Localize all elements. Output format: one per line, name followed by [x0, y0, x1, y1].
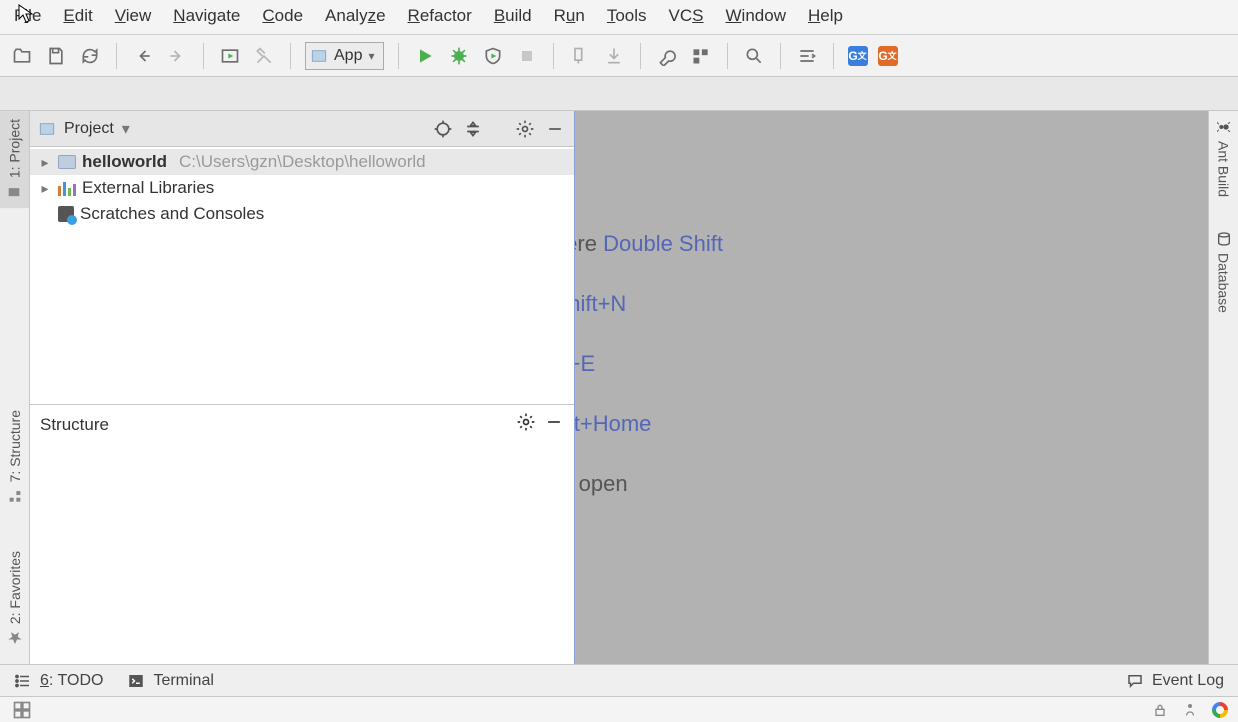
build-icon[interactable] — [252, 44, 276, 68]
menu-tools[interactable]: Tools — [607, 6, 647, 26]
editor-empty-state: Search Everywhere Double Shift Go to File… — [575, 111, 1208, 664]
terminal-icon — [127, 672, 145, 690]
run-icon[interactable] — [413, 44, 437, 68]
lock-icon[interactable] — [1152, 702, 1168, 718]
toolbar: App ▾ G文 G文 — [0, 35, 1238, 77]
ant-icon — [1216, 119, 1232, 135]
run-config-selector[interactable]: App ▾ — [305, 42, 384, 70]
menu-run[interactable]: Run — [554, 6, 585, 26]
gear-icon[interactable] — [514, 118, 536, 140]
tool-tab-terminal[interactable]: Terminal — [127, 672, 213, 690]
structure-icon — [7, 489, 23, 505]
menu-view[interactable]: View — [115, 6, 152, 26]
bottom-tool-bar: 6: TODO Terminal Event Log — [0, 664, 1238, 696]
project-structure-icon[interactable] — [689, 44, 713, 68]
chevron-down-icon[interactable]: ▾ — [122, 119, 130, 139]
chat-icon — [1126, 672, 1144, 690]
forward-icon[interactable] — [165, 44, 189, 68]
tree-item-label: Scratches and Consoles — [80, 204, 264, 224]
navigation-bar — [0, 77, 1238, 111]
menu-refactor[interactable]: Refactor — [408, 6, 472, 26]
structure-panel-body — [30, 444, 574, 664]
expand-caret-icon[interactable]: ▸ — [38, 180, 52, 197]
stop-icon[interactable] — [515, 44, 539, 68]
tree-item-scratches-and-consoles[interactable]: ▸Scratches and Consoles — [30, 201, 574, 227]
module-icon — [310, 47, 328, 65]
locate-icon[interactable] — [432, 118, 454, 140]
back-icon[interactable] — [131, 44, 155, 68]
menu-navigate[interactable]: Navigate — [173, 6, 240, 26]
status-bar — [0, 696, 1238, 722]
side-panel: Project ▾ ▸ helloworld C:\Users\gzn\Deskto… — [30, 111, 575, 664]
update-icon[interactable] — [602, 44, 626, 68]
coverage-icon[interactable] — [481, 44, 505, 68]
menu-edit[interactable]: Edit — [63, 6, 92, 26]
menu-file[interactable]: File — [14, 6, 41, 26]
tree-item-label: helloworld — [82, 152, 167, 172]
libraries-icon — [58, 180, 76, 196]
tool-tab-database[interactable]: Database — [1216, 223, 1232, 321]
left-tool-strip: 1: Project 7: Structure 2: Favorites — [0, 111, 30, 664]
project-panel-title: Project — [64, 120, 114, 138]
folder-icon — [58, 155, 76, 169]
tree-item-label: External Libraries — [82, 178, 214, 198]
menu-analyze[interactable]: Analyze — [325, 6, 386, 26]
run-target-icon[interactable] — [218, 44, 242, 68]
database-icon — [1216, 231, 1232, 247]
tree-item-external-libraries[interactable]: ▸ External Libraries — [30, 175, 574, 201]
tool-tab-ant-build[interactable]: Ant Build — [1216, 111, 1232, 205]
menu-build[interactable]: Build — [494, 6, 532, 26]
menu-help[interactable]: Help — [808, 6, 843, 26]
chevron-down-icon: ▾ — [368, 49, 374, 63]
tool-tab-event-log[interactable]: Event Log — [1126, 672, 1224, 690]
star-icon — [7, 630, 23, 646]
expand-caret-icon[interactable]: ▸ — [38, 154, 52, 171]
open-icon[interactable] — [10, 44, 34, 68]
settings-icon[interactable] — [655, 44, 679, 68]
main-area: 1: Project 7: Structure 2: Favorites Pro… — [0, 111, 1238, 664]
translate-orange-icon[interactable]: G文 — [878, 46, 898, 66]
editor-hint: Recent Files Ctrl+E — [575, 351, 595, 377]
windows-icon[interactable] — [10, 698, 34, 722]
project-panel-header: Project ▾ — [30, 111, 574, 147]
editor-hint: Go to File Ctrl+Shift+N — [575, 291, 626, 317]
editor-hint: Navigation Bar Alt+Home — [575, 411, 651, 437]
editor-hint: Drop files here to open — [575, 471, 628, 497]
run-config-label: App — [334, 47, 362, 65]
tool-tab-favorites[interactable]: 2: Favorites — [7, 543, 23, 654]
scratches-icon — [58, 206, 74, 222]
tool-tab-todo[interactable]: 6: TODO — [14, 672, 103, 690]
menu-window[interactable]: Window — [726, 6, 786, 26]
gear-icon[interactable] — [516, 412, 536, 437]
project-icon — [7, 184, 23, 200]
debug-icon[interactable] — [447, 44, 471, 68]
structure-panel-title: Structure — [40, 415, 109, 435]
attach-icon[interactable] — [568, 44, 592, 68]
list-icon — [14, 672, 32, 690]
sync-icon[interactable] — [78, 44, 102, 68]
project-view-icon — [38, 120, 56, 138]
tool-tab-structure[interactable]: 7: Structure — [7, 402, 23, 512]
tree-item-helloworld[interactable]: ▸ helloworld C:\Users\gzn\Desktop\hellowor… — [30, 149, 574, 175]
menu-vcs[interactable]: VCS — [669, 6, 704, 26]
project-tree[interactable]: ▸ helloworld C:\Users\gzn\Desktop\hellowor… — [30, 147, 574, 229]
menu-code[interactable]: Code — [262, 6, 303, 26]
indent-icon[interactable] — [795, 44, 819, 68]
tool-tab-project[interactable]: 1: Project — [0, 111, 29, 208]
tree-item-path: C:\Users\gzn\Desktop\helloworld — [179, 152, 426, 172]
collapse-all-icon[interactable] — [462, 118, 484, 140]
save-icon[interactable] — [44, 44, 68, 68]
minimize-icon[interactable] — [544, 412, 564, 437]
menu-bar: File Edit View Navigate Code Analyze Refactor B… — [0, 0, 1238, 35]
search-icon[interactable] — [742, 44, 766, 68]
minimize-icon[interactable] — [544, 118, 566, 140]
editor-hint: Search Everywhere Double Shift — [575, 231, 723, 257]
structure-panel-header: Structure — [30, 404, 574, 444]
inspector-icon[interactable] — [1182, 702, 1198, 718]
right-tool-strip: Ant Build Database — [1208, 111, 1238, 664]
google-icon[interactable] — [1212, 702, 1228, 718]
translate-blue-icon[interactable]: G文 — [848, 46, 868, 66]
